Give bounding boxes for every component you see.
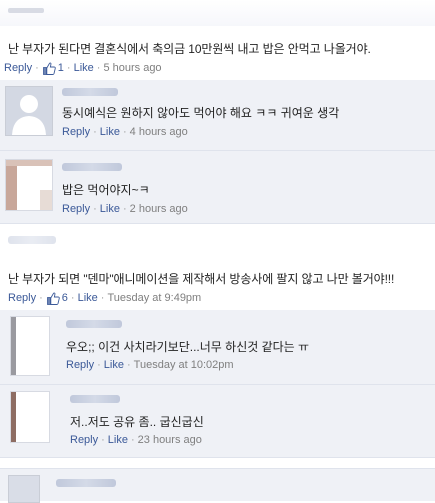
avatar[interactable]: [8, 475, 40, 503]
like-link[interactable]: Like: [104, 359, 124, 371]
reply-item: 밥은 먹어야지~ㅋ Reply · Like · 2 hours ago: [0, 151, 435, 224]
comment-text: 난 부자가 된다면 결혼식에서 축의금 10만원씩 내고 밥은 안먹고 나올거야…: [8, 42, 371, 56]
reply-link[interactable]: Reply: [70, 434, 98, 446]
reply-actions: Reply · Like · 23 hours ago: [70, 434, 202, 446]
timestamp: Tuesday at 10:02pm: [133, 359, 234, 371]
reply-link[interactable]: Reply: [66, 359, 94, 371]
like-link[interactable]: Like: [100, 126, 120, 138]
reply-item-partial: [0, 468, 435, 503]
like-count[interactable]: 1: [58, 62, 64, 74]
reply-link[interactable]: Reply: [4, 62, 32, 74]
timestamp: 23 hours ago: [137, 434, 202, 446]
reply-link[interactable]: Reply: [62, 126, 90, 138]
like-link[interactable]: Like: [100, 203, 120, 215]
timestamp: 2 hours ago: [129, 203, 188, 215]
blurred-name: [66, 320, 122, 328]
reply-text: 밥은 먹어야지~ㅋ: [62, 183, 150, 197]
like-link[interactable]: Like: [78, 292, 98, 304]
blurred-name: [8, 8, 44, 13]
collapsed-header: [0, 0, 435, 26]
reply-actions: Reply · Like · 4 hours ago: [62, 126, 188, 138]
blurred-name: [56, 479, 116, 487]
blurred-name: [70, 395, 120, 403]
reply-text: 우오;; 이건 사치라기보단...너무 하신것 같다는 ㅠ: [66, 340, 310, 354]
reply-text: 저..저도 공유 좀.. 굽신굽신: [70, 415, 204, 429]
comment-text: 난 부자가 되면 "덴마"애니메이션을 제작해서 방송사에 팔지 않고 나만 볼…: [8, 272, 395, 286]
like-count[interactable]: 6: [62, 292, 68, 304]
thumbs-up-icon[interactable]: [42, 62, 56, 75]
like-link[interactable]: Like: [108, 434, 128, 446]
timestamp: 5 hours ago: [103, 62, 162, 74]
blurred-name: [62, 163, 122, 171]
like-link[interactable]: Like: [74, 62, 94, 74]
blurred-name: [62, 88, 118, 96]
comment-actions: Reply · 6 · Like · Tuesday at 9:49pm: [8, 292, 202, 305]
blurred-name: [8, 236, 56, 244]
timestamp: Tuesday at 9:49pm: [107, 292, 202, 304]
reply-link[interactable]: Reply: [8, 292, 36, 304]
reply-actions: Reply · Like · 2 hours ago: [62, 203, 188, 215]
avatar[interactable]: [10, 391, 50, 443]
avatar[interactable]: [5, 159, 53, 211]
reply-item: 동시예식은 원하지 않아도 먹어야 해요 ㅋㅋ 귀여운 생각 Reply · L…: [0, 80, 435, 151]
thumbs-up-icon[interactable]: [46, 292, 60, 305]
timestamp: 4 hours ago: [129, 126, 188, 138]
comment-actions: Reply · 1 · Like · 5 hours ago: [4, 62, 162, 75]
default-avatar[interactable]: [5, 86, 53, 136]
reply-actions: Reply · Like · Tuesday at 10:02pm: [66, 359, 234, 371]
reply-item: 우오;; 이건 사치라기보단...너무 하신것 같다는 ㅠ Reply · Li…: [0, 310, 435, 385]
reply-link[interactable]: Reply: [62, 203, 90, 215]
reply-item: 저..저도 공유 좀.. 굽신굽신 Reply · Like · 23 hour…: [0, 385, 435, 458]
reply-text: 동시예식은 원하지 않아도 먹어야 해요 ㅋㅋ 귀여운 생각: [62, 106, 340, 120]
comment-thread-2: 난 부자가 되면 "덴마"애니메이션을 제작해서 방송사에 팔지 않고 나만 볼…: [0, 224, 435, 310]
avatar[interactable]: [10, 316, 50, 376]
